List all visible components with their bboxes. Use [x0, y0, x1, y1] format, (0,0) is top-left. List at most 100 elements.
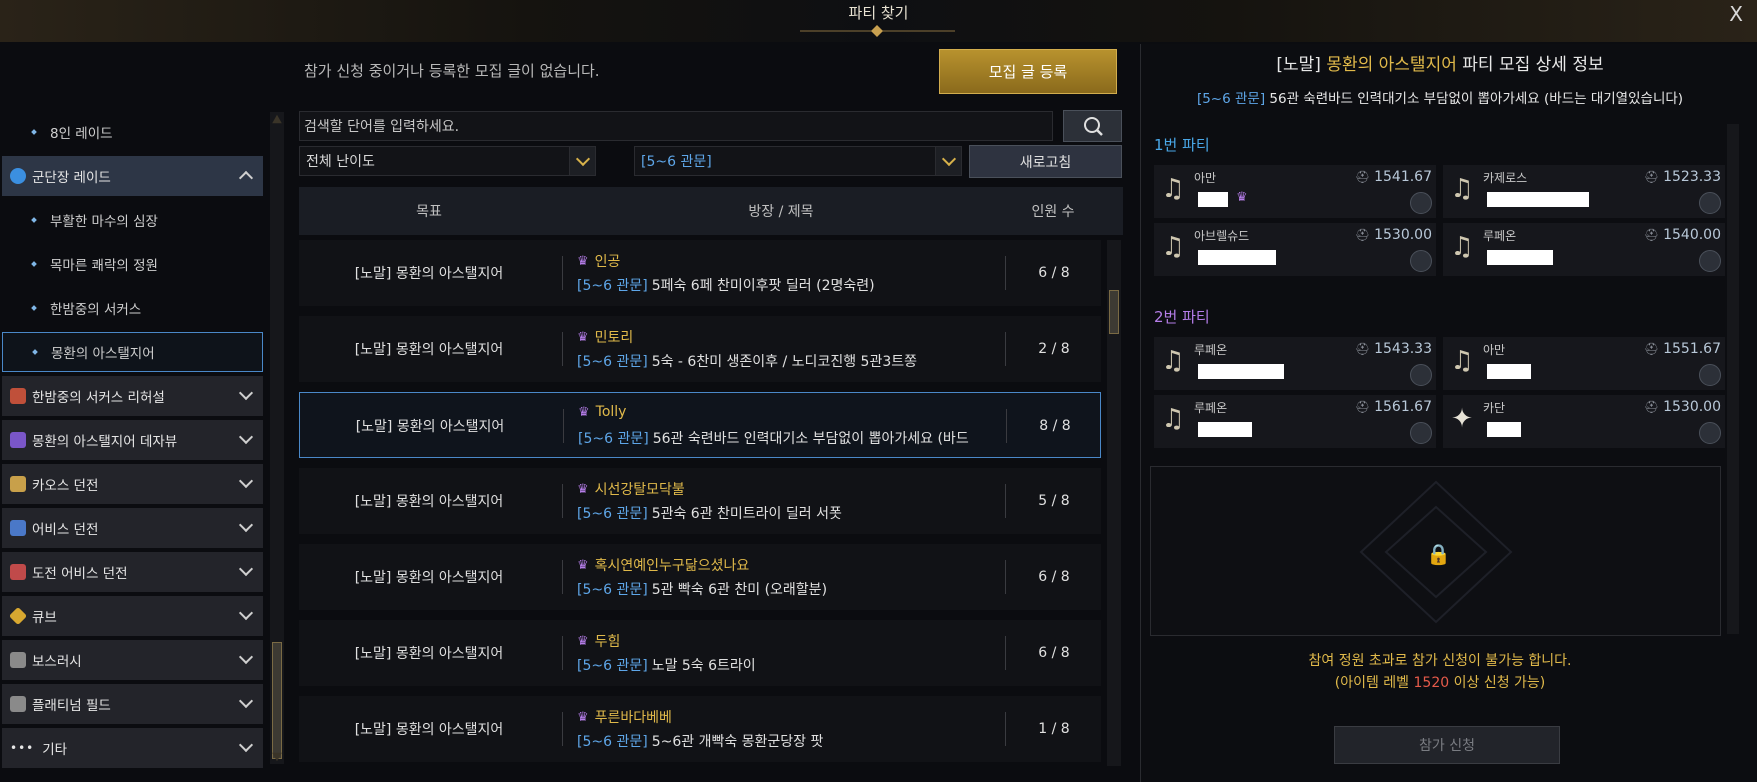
detail-raid-name: 몽환의 아스탤지어	[1326, 55, 1457, 75]
scroll-up-icon[interactable]	[272, 114, 282, 124]
abyss-dungeon-icon	[10, 520, 26, 536]
bullet-icon	[31, 305, 37, 311]
party-member[interactable]: ♫ 루페온 ⛑ 1561.67	[1154, 395, 1436, 448]
party-member[interactable]: ✦ 카단 ⛑ 1530.00	[1443, 395, 1725, 448]
crown-icon: ♛	[577, 709, 589, 725]
sidebar-item-legion-raid[interactable]: 군단장 레이드	[2, 156, 263, 196]
inspect-search-icon[interactable]	[1699, 192, 1721, 214]
row-gate-tag: [5~6 관문]	[577, 278, 648, 294]
chevron-down-icon	[569, 147, 595, 175]
party-member[interactable]: ♫ 아브렐슈드 ⛑ 1530.00	[1154, 223, 1436, 276]
sidebar-item-platinum-field[interactable]: 플래티넘 필드	[2, 684, 263, 724]
sidebar-item-dream-astalgia[interactable]: 몽환의 아스탤지어	[2, 332, 263, 372]
close-button[interactable]: X	[1729, 2, 1743, 26]
row-count: 2 / 8	[1038, 341, 1070, 357]
sidebar-item-cube[interactable]: 큐브	[2, 596, 263, 636]
party-member[interactable]: ♫ 아만 ⛑ 1551.67	[1443, 337, 1725, 390]
gate-value: [5~6 관문]	[641, 154, 712, 170]
lyre-icon: ♫	[1450, 174, 1474, 204]
party-member[interactable]: ♫ 카제로스 ⛑ 1523.33	[1443, 165, 1725, 218]
dejavu-icon	[10, 432, 26, 448]
helmet-icon: ⛑	[1643, 400, 1660, 414]
inspect-search-icon[interactable]	[1699, 250, 1721, 272]
sidebar-item-midnight-circus[interactable]: 한밤중의 서커스	[2, 288, 263, 328]
inspect-search-icon[interactable]	[1410, 192, 1432, 214]
party-member[interactable]: ♫ 아만 ♛ ⛑ 1541.67	[1154, 165, 1436, 218]
refresh-button[interactable]: 새로고침	[969, 145, 1122, 178]
sidebar-item-abyss-dungeon[interactable]: 어비스 던전	[2, 508, 263, 548]
party-member[interactable]: ♫ 루페온 ⛑ 1543.33	[1154, 337, 1436, 390]
crown-icon: ♛	[577, 253, 589, 269]
list-scrollbar[interactable]	[1107, 240, 1121, 766]
table-row[interactable]: [노말] 몽환의 아스탤지어 ♛ 시선강탈모닥불 [5~6 관문] 5관숙 6관 찬…	[299, 468, 1101, 534]
difficulty-dropdown[interactable]: 전체 난이도	[299, 146, 596, 176]
row-gate-tag: [5~6 관문]	[577, 658, 648, 674]
register-post-button[interactable]: 모집 글 등록	[939, 49, 1117, 94]
gate-dropdown[interactable]: [5~6 관문]	[634, 146, 962, 176]
column-divider	[1005, 636, 1006, 670]
table-row[interactable]: [노말] 몽환의 아스탤지어 ♛ 민토리 [5~6 관문] 5숙 - 6찬미 생존이…	[299, 316, 1101, 382]
party-member[interactable]: ♫ 루페온 ⛑ 1540.00	[1443, 223, 1725, 276]
warning-line-2: (아이템 레벨 1520 이상 신청 가능)	[1140, 672, 1740, 694]
row-count: 5 / 8	[1038, 493, 1070, 509]
table-row[interactable]: [노말] 몽환의 아스탤지어 ♛ 푸른바다베베 [5~6 관문] 5~6관 개빡숙 …	[299, 696, 1101, 762]
sidebar-item-8man-raid[interactable]: 8인 레이드	[2, 112, 263, 152]
member-item-level: 1530.00	[1374, 227, 1432, 243]
lyre-icon: ♫	[1450, 232, 1474, 262]
sidebar-item-boss-rush[interactable]: 보스러시	[2, 640, 263, 680]
sidebar-item-etc[interactable]: ••• 기타	[2, 728, 263, 768]
sidebar-item-astalgia-dejavu[interactable]: 몽환의 아스탤지어 데자뷰	[2, 420, 263, 460]
crown-icon: ♛	[577, 633, 589, 649]
row-gate-tag: [5~6 관문]	[577, 734, 648, 750]
member-name-redacted	[1487, 364, 1531, 379]
search-button[interactable]	[1063, 110, 1122, 142]
table-row[interactable]: [노말] 몽환의 아스탤지어 ♛ 인공 [5~6 관문] 5페숙 6페 찬미이후팟 …	[299, 240, 1101, 306]
lyre-icon: ♫	[1450, 346, 1474, 376]
row-title: 5관숙 6관 찬미트라이 딜러 서폿	[651, 506, 842, 522]
scroll-thumb[interactable]	[272, 642, 282, 759]
column-leader-title: 방장 / 제목	[748, 204, 814, 220]
search-input[interactable]: 검색할 단어를 입력하세요.	[299, 111, 1053, 141]
table-row-selected[interactable]: [노말] 몽환의 아스탤지어 ♛ Tolly [5~6 관문] 56관 숙련바드 인…	[299, 392, 1101, 458]
detail-scrollbar[interactable]	[1727, 124, 1739, 634]
sidebar-item-circus-rehearsal[interactable]: 한밤중의 서커스 리허설	[2, 376, 263, 416]
helmet-icon: ⛑	[1354, 228, 1371, 242]
sidebar-item-label: 부활한 마수의 심장	[50, 214, 158, 230]
inspect-search-icon[interactable]	[1410, 250, 1432, 272]
helmet-icon: ⛑	[1354, 170, 1371, 184]
sidebar-scrollbar[interactable]	[270, 112, 284, 764]
row-goal: [노말] 몽환의 아스탤지어	[354, 722, 504, 738]
sidebar-item-label: 8인 레이드	[50, 126, 113, 142]
row-title: 5숙 - 6찬미 생존이후 / 노디코진행 5관3트쫑	[651, 354, 917, 370]
sidebar-item-label: 한밤중의 서커스 리허설	[32, 390, 165, 406]
inspect-search-icon[interactable]	[1699, 364, 1721, 386]
row-leader: Tolly	[595, 404, 627, 420]
chevron-down-icon	[238, 517, 254, 533]
inspect-search-icon[interactable]	[1410, 364, 1432, 386]
table-row[interactable]: [노말] 몽환의 아스탤지어 ♛ 혹시연예인누구닮으셨나요 [5~6 관문] 5관 …	[299, 544, 1101, 610]
apply-button[interactable]: 참가 신청	[1334, 726, 1560, 764]
crown-icon: ♛	[578, 404, 590, 420]
gunslinger-icon: ✦	[1451, 404, 1473, 434]
row-title: 5페숙 6페 찬미이후팟 딜러 (2명숙련)	[651, 278, 875, 294]
window-title: 파티 찾기	[848, 4, 909, 22]
sidebar-item-thirsty-garden[interactable]: 목마른 쾌락의 정원	[2, 244, 263, 284]
raid-category-sidebar: 8인 레이드 군단장 레이드 부활한 마수의 심장 목마른 쾌락의 정원 한밤중…	[0, 108, 265, 772]
scroll-thumb[interactable]	[1109, 290, 1119, 334]
sidebar-item-label: 보스러시	[32, 654, 82, 670]
sidebar-item-challenge-abyss[interactable]: 도전 어비스 던전	[2, 552, 263, 592]
crown-icon: ♛	[577, 481, 589, 497]
inspect-search-icon[interactable]	[1699, 422, 1721, 444]
member-item-level: 1540.00	[1663, 227, 1721, 243]
detail-desc-text: 56관 숙련바드 인력대기소 부담없이 뽑아가세요 (바드는 대기열있습니다)	[1269, 91, 1684, 107]
sidebar-item-label: 몽환의 아스탤지어 데자뷰	[32, 434, 178, 450]
sidebar-item-chaos-dungeon[interactable]: 카오스 던전	[2, 464, 263, 504]
cube-icon	[8, 606, 28, 626]
sidebar-item-revived-beast-heart[interactable]: 부활한 마수의 심장	[2, 200, 263, 240]
row-leader: 시선강탈모닥불	[594, 482, 685, 498]
column-divider	[1005, 484, 1006, 518]
row-title: 노말 5숙 6트라이	[651, 658, 756, 674]
lyre-icon: ♫	[1161, 174, 1185, 204]
inspect-search-icon[interactable]	[1410, 422, 1432, 444]
table-row[interactable]: [노말] 몽환의 아스탤지어 ♛ 두힘 [5~6 관문] 노말 5숙 6트라이 6 …	[299, 620, 1101, 686]
